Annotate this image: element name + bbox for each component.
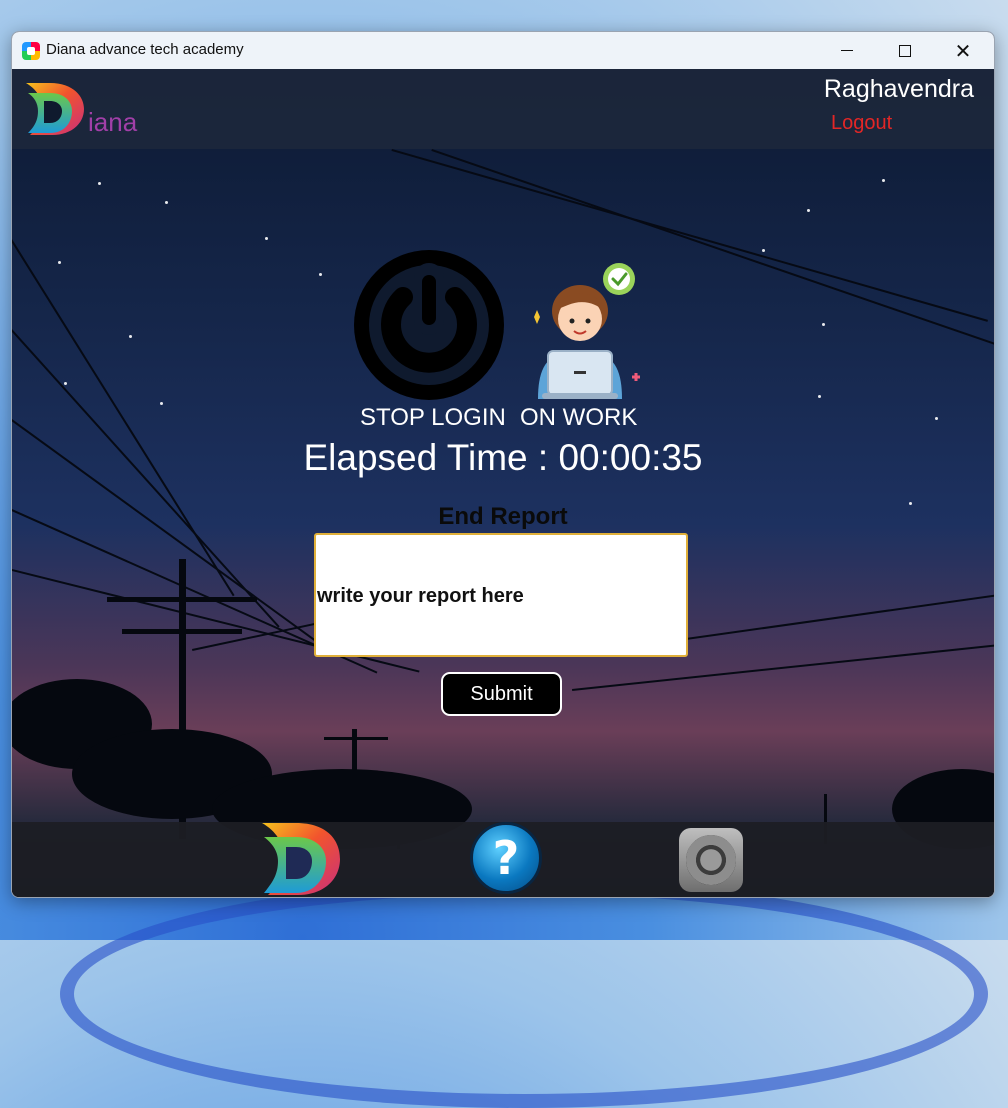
app-header: iana Raghavendra Logout <box>12 69 994 149</box>
gear-icon <box>686 835 736 885</box>
maximize-button[interactable] <box>876 32 934 69</box>
title-bar: Diana advance tech academy ✕ <box>12 32 994 69</box>
minimize-button[interactable] <box>818 32 876 69</box>
diana-logo-icon <box>26 83 84 135</box>
background-star <box>129 335 132 338</box>
end-report-heading: End Report <box>438 503 568 530</box>
background-star <box>807 209 810 212</box>
maximize-icon <box>899 44 911 57</box>
background-star <box>160 402 163 405</box>
desktop-wallpaper <box>60 880 988 1108</box>
background-star <box>882 179 885 182</box>
window-title: Diana advance tech academy <box>46 41 244 58</box>
background-star <box>818 395 821 398</box>
logout-link[interactable]: Logout <box>831 112 892 135</box>
app-icon <box>22 42 40 60</box>
background-star <box>319 273 322 276</box>
help-icon[interactable]: ? <box>470 822 542 894</box>
logo-text: iana <box>88 107 138 137</box>
background-star <box>165 201 168 204</box>
app-window: Diana advance tech academy ✕ iana Raghav… <box>11 31 995 898</box>
report-input[interactable]: write your report here <box>314 533 688 657</box>
background-star <box>935 417 938 420</box>
background-star <box>762 249 765 252</box>
minimize-icon <box>841 50 853 51</box>
user-name: Raghavendra <box>823 75 974 103</box>
submit-button[interactable]: Submit <box>441 672 562 716</box>
close-icon: ✕ <box>954 38 972 63</box>
close-button[interactable]: ✕ <box>934 32 992 69</box>
utility-pole-crossbar <box>122 629 242 634</box>
background-star <box>64 382 67 385</box>
main-content: iana Raghavendra Logout STOP LOGIN ON WO… <box>12 69 994 897</box>
diana-logo-icon[interactable] <box>256 819 342 897</box>
settings-icon[interactable] <box>679 828 743 892</box>
help-glyph: ? <box>492 831 520 885</box>
background-star <box>98 182 101 185</box>
background-star <box>265 237 268 240</box>
power-icon <box>369 263 489 385</box>
background-star <box>58 261 61 264</box>
stop-login-button[interactable] <box>354 250 504 400</box>
on-work-label: ON WORK <box>520 404 638 431</box>
utility-pole-crossbar <box>324 737 388 740</box>
power-line <box>431 149 994 353</box>
stop-login-label: STOP LOGIN <box>360 404 506 431</box>
background-star <box>822 323 825 326</box>
on-work-icon[interactable] <box>522 259 647 399</box>
utility-pole-crossbar <box>107 597 257 602</box>
elapsed-time: Elapsed Time : 00:00:35 <box>303 437 703 478</box>
